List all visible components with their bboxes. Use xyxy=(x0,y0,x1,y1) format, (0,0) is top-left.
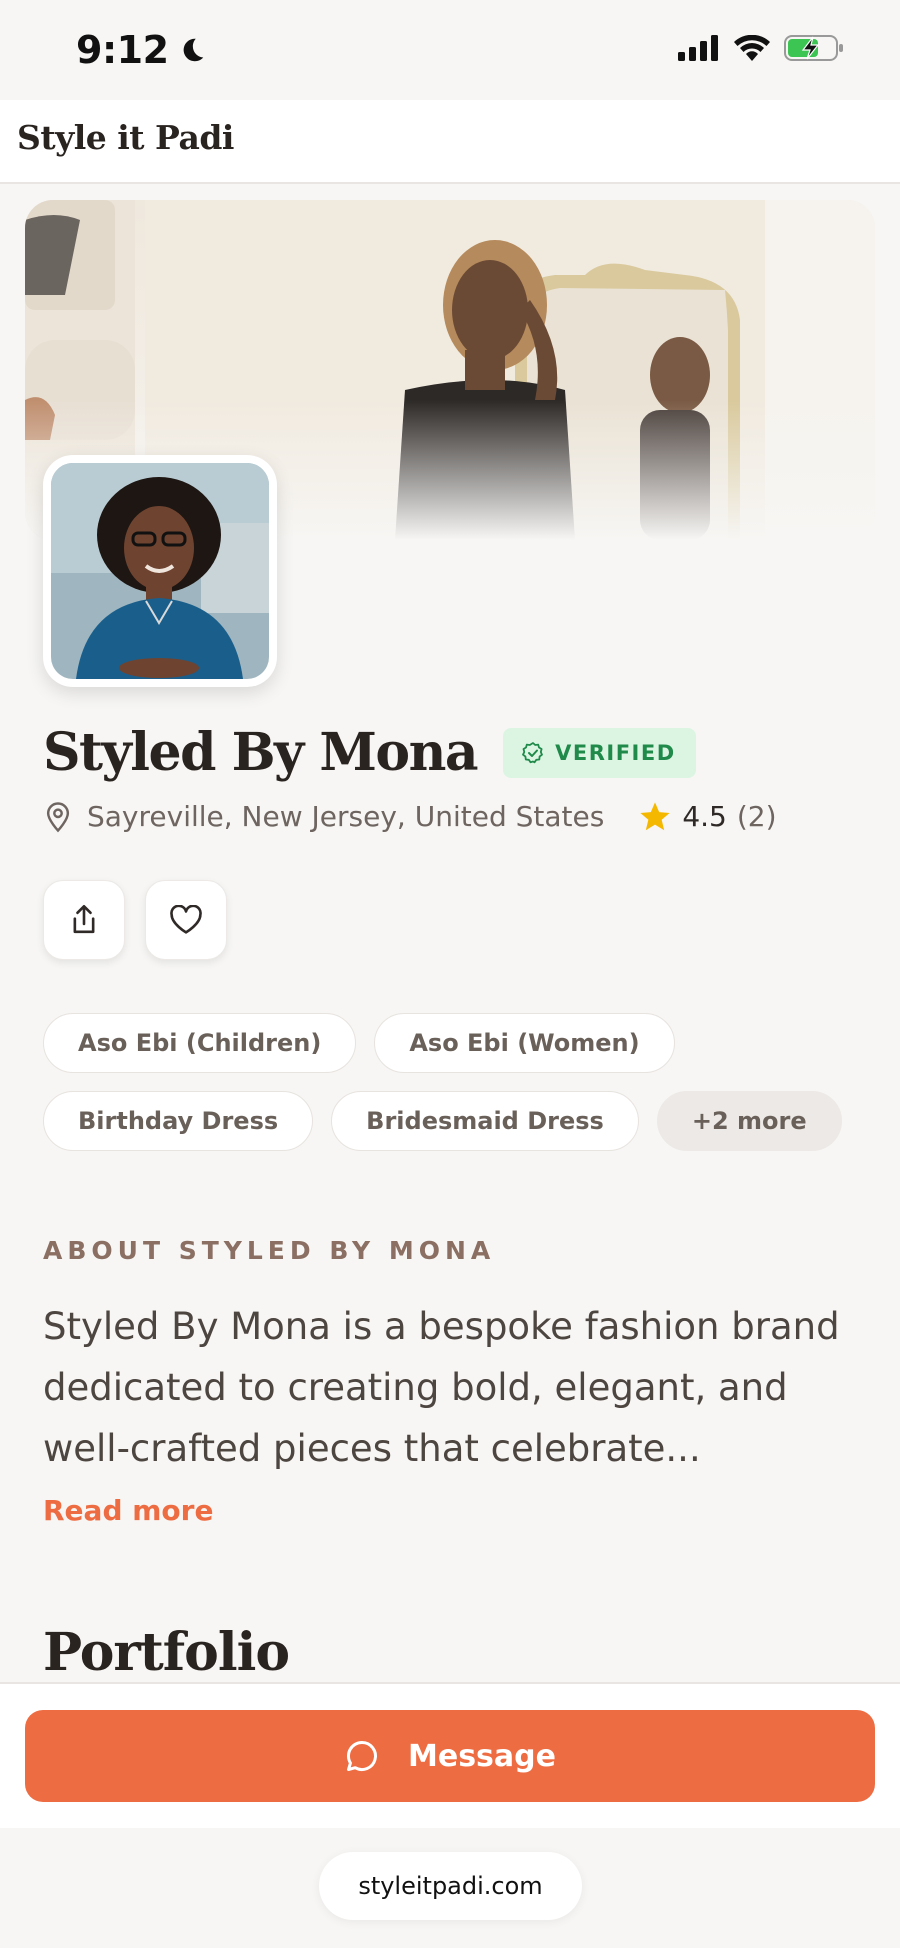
avatar-photo xyxy=(51,463,269,679)
moon-icon xyxy=(183,38,203,62)
action-row xyxy=(43,880,227,960)
signal-icon xyxy=(678,35,718,61)
page-title: Styled By Mona xyxy=(43,722,479,783)
message-label: Message xyxy=(408,1738,556,1774)
message-button[interactable]: Message xyxy=(25,1710,875,1802)
brand-logo[interactable]: Style it Padi xyxy=(17,118,234,157)
portfolio-heading: Portfolio xyxy=(43,1622,290,1683)
verified-badge: VERIFIED xyxy=(503,727,696,778)
about-text: Styled By Mona is a bespoke fashion bran… xyxy=(43,1305,840,1470)
tag-bridesmaid-dress[interactable]: Bridesmaid Dress xyxy=(331,1091,639,1151)
share-button[interactable] xyxy=(43,880,125,960)
location-text: Sayreville, New Jersey, United States xyxy=(87,800,605,833)
tag-aso-ebi-women[interactable]: Aso Ebi (Women) xyxy=(374,1013,675,1073)
specialty-tags: Aso Ebi (Children) Aso Ebi (Women) Birth… xyxy=(43,1013,863,1169)
review-count: (2) xyxy=(736,800,777,833)
location: Sayreville, New Jersey, United States xyxy=(43,800,604,833)
heart-icon xyxy=(170,905,202,934)
star-icon xyxy=(640,801,670,830)
rating-value: 4.5 xyxy=(682,800,727,833)
browser-url-bar[interactable]: styleitpadi.com xyxy=(319,1852,582,1920)
favorite-button[interactable] xyxy=(145,880,227,960)
meta-row: Sayreville, New Jersey, United States 4.… xyxy=(43,800,777,833)
title-row: Styled By Mona VERIFIED xyxy=(43,722,696,783)
read-more-link[interactable]: Read more xyxy=(43,1494,213,1527)
wifi-icon xyxy=(734,35,770,61)
status-icons xyxy=(678,34,844,62)
verified-label: VERIFIED xyxy=(555,740,676,765)
status-time-text: 9:12 xyxy=(76,28,169,72)
share-icon xyxy=(73,904,95,934)
location-pin-icon xyxy=(46,801,70,832)
app-header: Style it Padi xyxy=(0,100,900,184)
tag-birthday-dress[interactable]: Birthday Dress xyxy=(43,1091,314,1151)
about-heading: ABOUT STYLED BY MONA xyxy=(43,1236,496,1265)
avatar xyxy=(43,455,277,687)
more-tags-button[interactable]: +2 more xyxy=(656,1091,842,1151)
tag-aso-ebi-children[interactable]: Aso Ebi (Children) xyxy=(43,1013,357,1073)
chat-bubble-icon xyxy=(347,1740,377,1771)
battery-charging-icon xyxy=(784,35,843,61)
status-time: 9:12 xyxy=(76,28,207,72)
bottom-action-bar: Message xyxy=(0,1682,900,1828)
status-bar: 9:12 xyxy=(0,0,900,100)
check-circle-icon xyxy=(522,741,544,763)
rating[interactable]: 4.5 (2) xyxy=(638,800,777,833)
